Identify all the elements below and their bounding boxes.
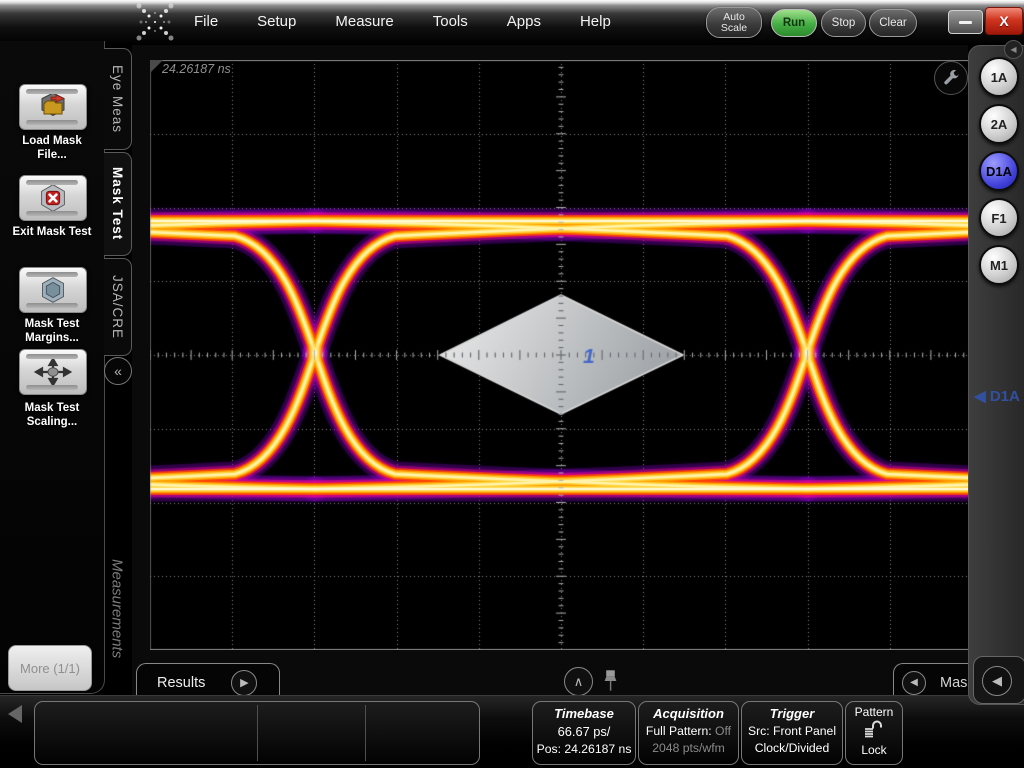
- graph-region: 24.26187 ns Results ▶ ∧ ◀ Mask Test: [132, 45, 968, 700]
- menu-tools[interactable]: Tools: [429, 11, 472, 32]
- groove: [26, 120, 78, 125]
- menu-apps[interactable]: Apps: [503, 11, 545, 32]
- trigger-panel[interactable]: Trigger Src: Front Panel Clock/Divided: [741, 701, 843, 765]
- tab-jsa-cre[interactable]: JSA/CRE: [104, 258, 132, 356]
- close-icon: X: [999, 13, 1008, 29]
- timebase-title: Timebase: [533, 706, 635, 721]
- exit-mask-test-icon: [34, 183, 72, 213]
- channel-button-d1a[interactable]: D1A: [979, 151, 1019, 191]
- groove: [26, 89, 78, 94]
- back-icon: ◀: [992, 673, 1002, 689]
- tab-eye-meas[interactable]: Eye Meas: [104, 48, 132, 150]
- title-bar: File Setup Measure Tools Apps Help AutoS…: [0, 0, 1024, 45]
- left-arrow-icon: [8, 705, 22, 723]
- timebase-panel[interactable]: Timebase 66.67 ps/ Pos: 24.26187 ns: [532, 701, 636, 765]
- chevron-up-icon: ∧: [574, 674, 584, 690]
- trigger-mode: Clock/Divided: [742, 741, 842, 755]
- stop-button[interactable]: Stop: [821, 9, 866, 37]
- mask-test-scaling-label: Mask TestScaling...: [0, 401, 104, 429]
- clear-button[interactable]: Clear: [869, 9, 917, 37]
- channel-button-2a[interactable]: 2A: [979, 104, 1019, 144]
- timebase-scale: 66.67 ps/: [533, 724, 635, 739]
- tab-mask-test[interactable]: Mask Test: [104, 152, 132, 256]
- collapse-panel-button[interactable]: «: [104, 357, 132, 385]
- load-mask-file-button[interactable]: [19, 84, 87, 130]
- trigger-title: Trigger: [742, 706, 842, 721]
- lock-open-icon: [863, 719, 885, 738]
- status-bar: D1A 50 mV/ 0 V CDR... 9.9532800 Gb/s LBW…: [0, 695, 1024, 768]
- channel-button-m1[interactable]: M1: [979, 245, 1019, 285]
- trigger-source: Src: Front Panel: [742, 724, 842, 738]
- groove: [26, 211, 78, 216]
- menu-setup[interactable]: Setup: [253, 11, 300, 32]
- channel-button-1a[interactable]: 1A: [979, 57, 1019, 97]
- exit-mask-test-label: Exit Mask Test: [0, 225, 104, 239]
- open-drawer-button[interactable]: ◀: [982, 666, 1012, 696]
- expand-results-button[interactable]: ▶: [231, 670, 257, 696]
- menu-measure[interactable]: Measure: [331, 11, 397, 32]
- menu-bar: File Setup Measure Tools Apps Help: [190, 11, 615, 32]
- timebase-position-readout: 24.26187 ns: [162, 62, 231, 76]
- collapse-icon: «: [114, 363, 122, 379]
- back-icon: ◀: [910, 677, 918, 688]
- left-triangle-icon: ◀: [974, 388, 986, 405]
- results-tab-label: Results: [157, 675, 205, 691]
- eye-diagram-display: [150, 60, 972, 650]
- wrench-icon: [941, 68, 961, 88]
- full-pattern-value: Off: [715, 724, 731, 738]
- mask-test-scaling-icon: [33, 358, 73, 386]
- menu-file[interactable]: File: [190, 11, 222, 32]
- groove: [26, 303, 78, 308]
- signal-info-panel[interactable]: [34, 701, 480, 765]
- right-drawer-handle[interactable]: ◀: [973, 656, 1024, 704]
- acquisition-points: 2048 pts/wfm: [639, 741, 738, 755]
- groove: [26, 272, 78, 277]
- lock-label: Lock: [846, 743, 902, 757]
- more-button[interactable]: More (1/1): [8, 645, 92, 691]
- play-icon: ▶: [240, 676, 248, 689]
- pattern-lock-panel[interactable]: Pattern Lock: [845, 701, 903, 765]
- load-mask-file-icon: [33, 92, 73, 122]
- acquisition-panel[interactable]: Acquisition Full Pattern: Off 2048 pts/w…: [638, 701, 739, 765]
- pin-icon[interactable]: [603, 669, 618, 693]
- back-icon: ◀: [1010, 45, 1016, 54]
- expand-up-button[interactable]: ∧: [564, 667, 593, 696]
- mask-test-margins-button[interactable]: [19, 267, 87, 313]
- app-window: File Setup Measure Tools Apps Help AutoS…: [0, 0, 1024, 768]
- active-trace-indicator: ◀ D1A: [969, 387, 1024, 405]
- scroll-left-button[interactable]: [8, 705, 22, 723]
- groove: [26, 180, 78, 185]
- agilent-spark-icon: [154, 21, 156, 23]
- collapse-mask-tab-button[interactable]: ◀: [902, 671, 926, 695]
- auto-scale-button[interactable]: AutoScale: [706, 7, 762, 38]
- groove: [26, 354, 78, 359]
- mask-test-margins-label: Mask TestMargins...: [0, 317, 104, 345]
- acquisition-title: Acquisition: [639, 706, 738, 721]
- load-mask-file-label: Load MaskFile...: [0, 134, 104, 162]
- close-button[interactable]: X: [985, 7, 1023, 35]
- panel-collapse-button[interactable]: ◀: [1004, 40, 1023, 59]
- minimize-icon: [959, 21, 972, 24]
- channel-button-f1[interactable]: F1: [979, 198, 1019, 238]
- display-settings-button[interactable]: [934, 61, 968, 95]
- full-pattern-label: Full Pattern:: [646, 724, 712, 738]
- divider: [257, 705, 258, 761]
- minimize-button[interactable]: [948, 10, 983, 34]
- divider: [365, 705, 366, 761]
- run-button[interactable]: Run: [771, 9, 817, 37]
- mask-test-scaling-button[interactable]: [19, 349, 87, 395]
- pattern-label: Pattern: [846, 705, 902, 719]
- mask-test-margins-icon: [34, 275, 72, 305]
- measurements-label: Measurements: [103, 523, 131, 695]
- exit-mask-test-button[interactable]: [19, 175, 87, 221]
- timebase-position: Pos: 24.26187 ns: [533, 742, 635, 756]
- channel-panel: 1A 2A D1A F1 M1 ◀ D1A: [968, 45, 1024, 705]
- menu-help[interactable]: Help: [576, 11, 615, 32]
- groove: [26, 385, 78, 390]
